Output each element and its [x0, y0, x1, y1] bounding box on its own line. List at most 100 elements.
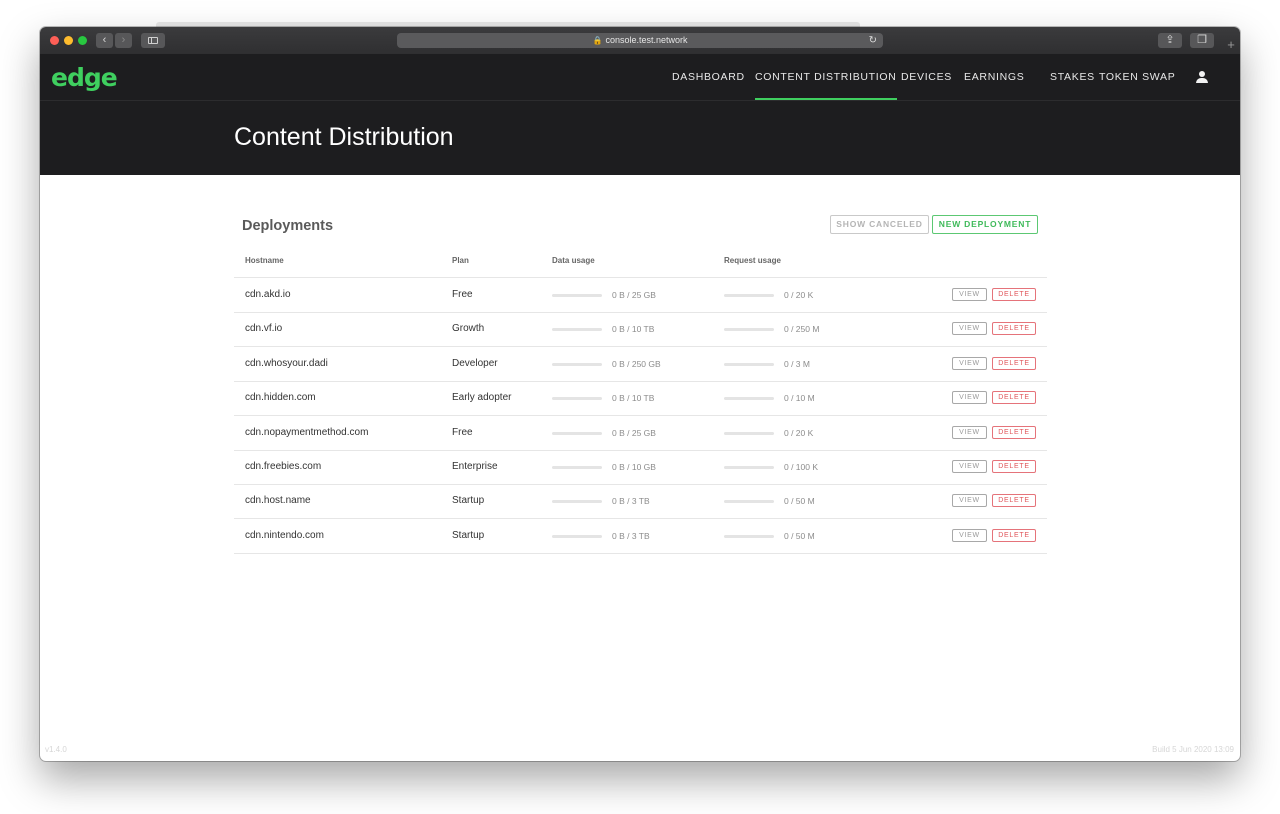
nav-devices[interactable]: DEVICES	[901, 54, 952, 100]
user-icon-body	[1196, 78, 1208, 83]
hostname-cell: cdn.freebies.com	[245, 461, 322, 472]
data-usage-bar	[552, 535, 602, 538]
table-row: cdn.akd.io Free 0 B / 25 GB 0 / 20 K VIEW DEL…	[234, 278, 1047, 313]
new-deployment-button[interactable]: NEW DEPLOYMENT	[932, 215, 1038, 234]
request-usage-bar	[724, 535, 774, 538]
plan-cell: Enterprise	[452, 461, 498, 472]
address-bar[interactable]: 🔒 console.test.network ↻	[397, 33, 883, 48]
view-button[interactable]: VIEW	[952, 529, 987, 542]
minimize-window-button[interactable]	[64, 36, 73, 45]
request-usage-bar	[724, 294, 774, 297]
request-usage-bar	[724, 500, 774, 503]
plan-cell: Startup	[452, 530, 485, 541]
hostname-cell: cdn.nopaymentmethod.com	[245, 427, 369, 438]
browser-toolbar: ‹ › 🔒 console.test.network ↻ ⇪ ❐ +	[40, 27, 1240, 55]
request-usage-text: 0 / 250 M	[784, 324, 820, 334]
column-header-hostname: Hostname	[245, 256, 284, 265]
view-button[interactable]: VIEW	[952, 426, 987, 439]
reload-icon[interactable]: ↻	[869, 33, 877, 48]
new-tab-button[interactable]: +	[1222, 36, 1240, 54]
app-navbar: edge DASHBOARD CONTENT DISTRIBUTION DEVI…	[40, 54, 1240, 101]
delete-button[interactable]: DELETE	[992, 357, 1036, 370]
table-row: cdn.hidden.com Early adopter 0 B / 10 TB 0 …	[234, 381, 1047, 416]
view-button[interactable]: VIEW	[952, 391, 987, 404]
view-button[interactable]: VIEW	[952, 288, 987, 301]
table-row: cdn.host.name Startup 0 B / 3 TB 0 / 50 M VI…	[234, 484, 1047, 519]
view-button[interactable]: VIEW	[952, 494, 987, 507]
build-label: Build 5 Jun 2020 13:09	[1152, 745, 1234, 754]
request-usage-bar	[724, 328, 774, 331]
tab-overview-button[interactable]: ❐	[1190, 33, 1214, 48]
delete-button[interactable]: DELETE	[992, 426, 1036, 439]
nav-content-distribution[interactable]: CONTENT DISTRIBUTION	[755, 54, 897, 100]
show-canceled-button[interactable]: SHOW CANCELED	[830, 215, 929, 234]
data-usage-text: 0 B / 250 GB	[612, 359, 661, 369]
data-usage-bar	[552, 294, 602, 297]
delete-button[interactable]: DELETE	[992, 494, 1036, 507]
column-header-plan: Plan	[452, 256, 469, 265]
url-text: console.test.network	[605, 35, 688, 45]
hostname-cell: cdn.nintendo.com	[245, 530, 324, 541]
plus-icon: +	[1227, 37, 1235, 52]
request-usage-bar	[724, 397, 774, 400]
plan-cell: Free	[452, 289, 473, 300]
plan-cell: Developer	[452, 358, 498, 369]
data-usage-bar	[552, 466, 602, 469]
view-button[interactable]: VIEW	[952, 357, 987, 370]
delete-button[interactable]: DELETE	[992, 288, 1036, 301]
data-usage-text: 0 B / 10 TB	[612, 324, 655, 334]
table-row: cdn.nintendo.com Startup 0 B / 3 TB 0 / 50 …	[234, 519, 1047, 554]
data-usage-text: 0 B / 25 GB	[612, 290, 656, 300]
version-label: v1.4.0	[45, 745, 67, 754]
lock-icon: 🔒	[592, 36, 603, 45]
view-button[interactable]: VIEW	[952, 460, 987, 473]
request-usage-text: 0 / 20 K	[784, 290, 814, 300]
plan-cell: Startup	[452, 495, 485, 506]
nav-dashboard[interactable]: DASHBOARD	[672, 54, 745, 100]
data-usage-text: 0 B / 3 TB	[612, 531, 650, 541]
request-usage-bar	[724, 363, 774, 366]
data-usage-text: 0 B / 10 GB	[612, 462, 656, 472]
request-usage-text: 0 / 20 K	[784, 428, 814, 438]
request-usage-bar	[724, 466, 774, 469]
delete-button[interactable]: DELETE	[992, 460, 1036, 473]
share-icon: ⇪	[1165, 34, 1175, 46]
data-usage-bar	[552, 500, 602, 503]
table-row: cdn.vf.io Growth 0 B / 10 TB 0 / 250 M VIEW D…	[234, 312, 1047, 347]
data-usage-text: 0 B / 10 TB	[612, 393, 655, 403]
delete-button[interactable]: DELETE	[992, 529, 1036, 542]
nav-stakes[interactable]: STAKES	[1050, 54, 1095, 100]
user-icon-head	[1199, 71, 1205, 77]
plan-cell: Growth	[452, 323, 485, 334]
delete-button[interactable]: DELETE	[992, 391, 1036, 404]
edge-logo[interactable]: edge	[51, 63, 118, 92]
data-usage-text: 0 B / 25 GB	[612, 428, 656, 438]
hostname-cell: cdn.whosyour.dadi	[245, 358, 328, 369]
user-icon[interactable]	[1194, 70, 1210, 86]
request-usage-text: 0 / 100 K	[784, 462, 819, 472]
table-row: cdn.nopaymentmethod.com Free 0 B / 25 GB 0 …	[234, 416, 1047, 451]
nav-earnings[interactable]: EARNINGS	[964, 54, 1024, 100]
share-button[interactable]: ⇪	[1158, 33, 1182, 48]
column-header-data-usage: Data usage	[552, 256, 595, 265]
chevron-right-icon: ›	[121, 34, 126, 46]
close-window-button[interactable]	[50, 36, 59, 45]
zoom-window-button[interactable]	[78, 36, 87, 45]
forward-button[interactable]: ›	[115, 33, 132, 48]
sidebar-toggle-button[interactable]	[141, 33, 165, 48]
data-usage-text: 0 B / 3 TB	[612, 496, 650, 506]
tabs-icon: ❐	[1197, 34, 1207, 46]
browser-window: ‹ › 🔒 console.test.network ↻ ⇪ ❐ + edge D…	[40, 27, 1240, 761]
nav-token-swap[interactable]: TOKEN SWAP	[1099, 54, 1175, 100]
plan-cell: Early adopter	[452, 392, 512, 403]
data-usage-bar	[552, 363, 602, 366]
column-header-request-usage: Request usage	[724, 256, 781, 265]
delete-button[interactable]: DELETE	[992, 322, 1036, 335]
back-button[interactable]: ‹	[96, 33, 113, 48]
view-button[interactable]: VIEW	[952, 322, 987, 335]
request-usage-text: 0 / 50 M	[784, 496, 815, 506]
request-usage-text: 0 / 10 M	[784, 393, 815, 403]
hostname-cell: cdn.host.name	[245, 495, 311, 506]
hostname-cell: cdn.akd.io	[245, 289, 291, 300]
data-usage-bar	[552, 432, 602, 435]
